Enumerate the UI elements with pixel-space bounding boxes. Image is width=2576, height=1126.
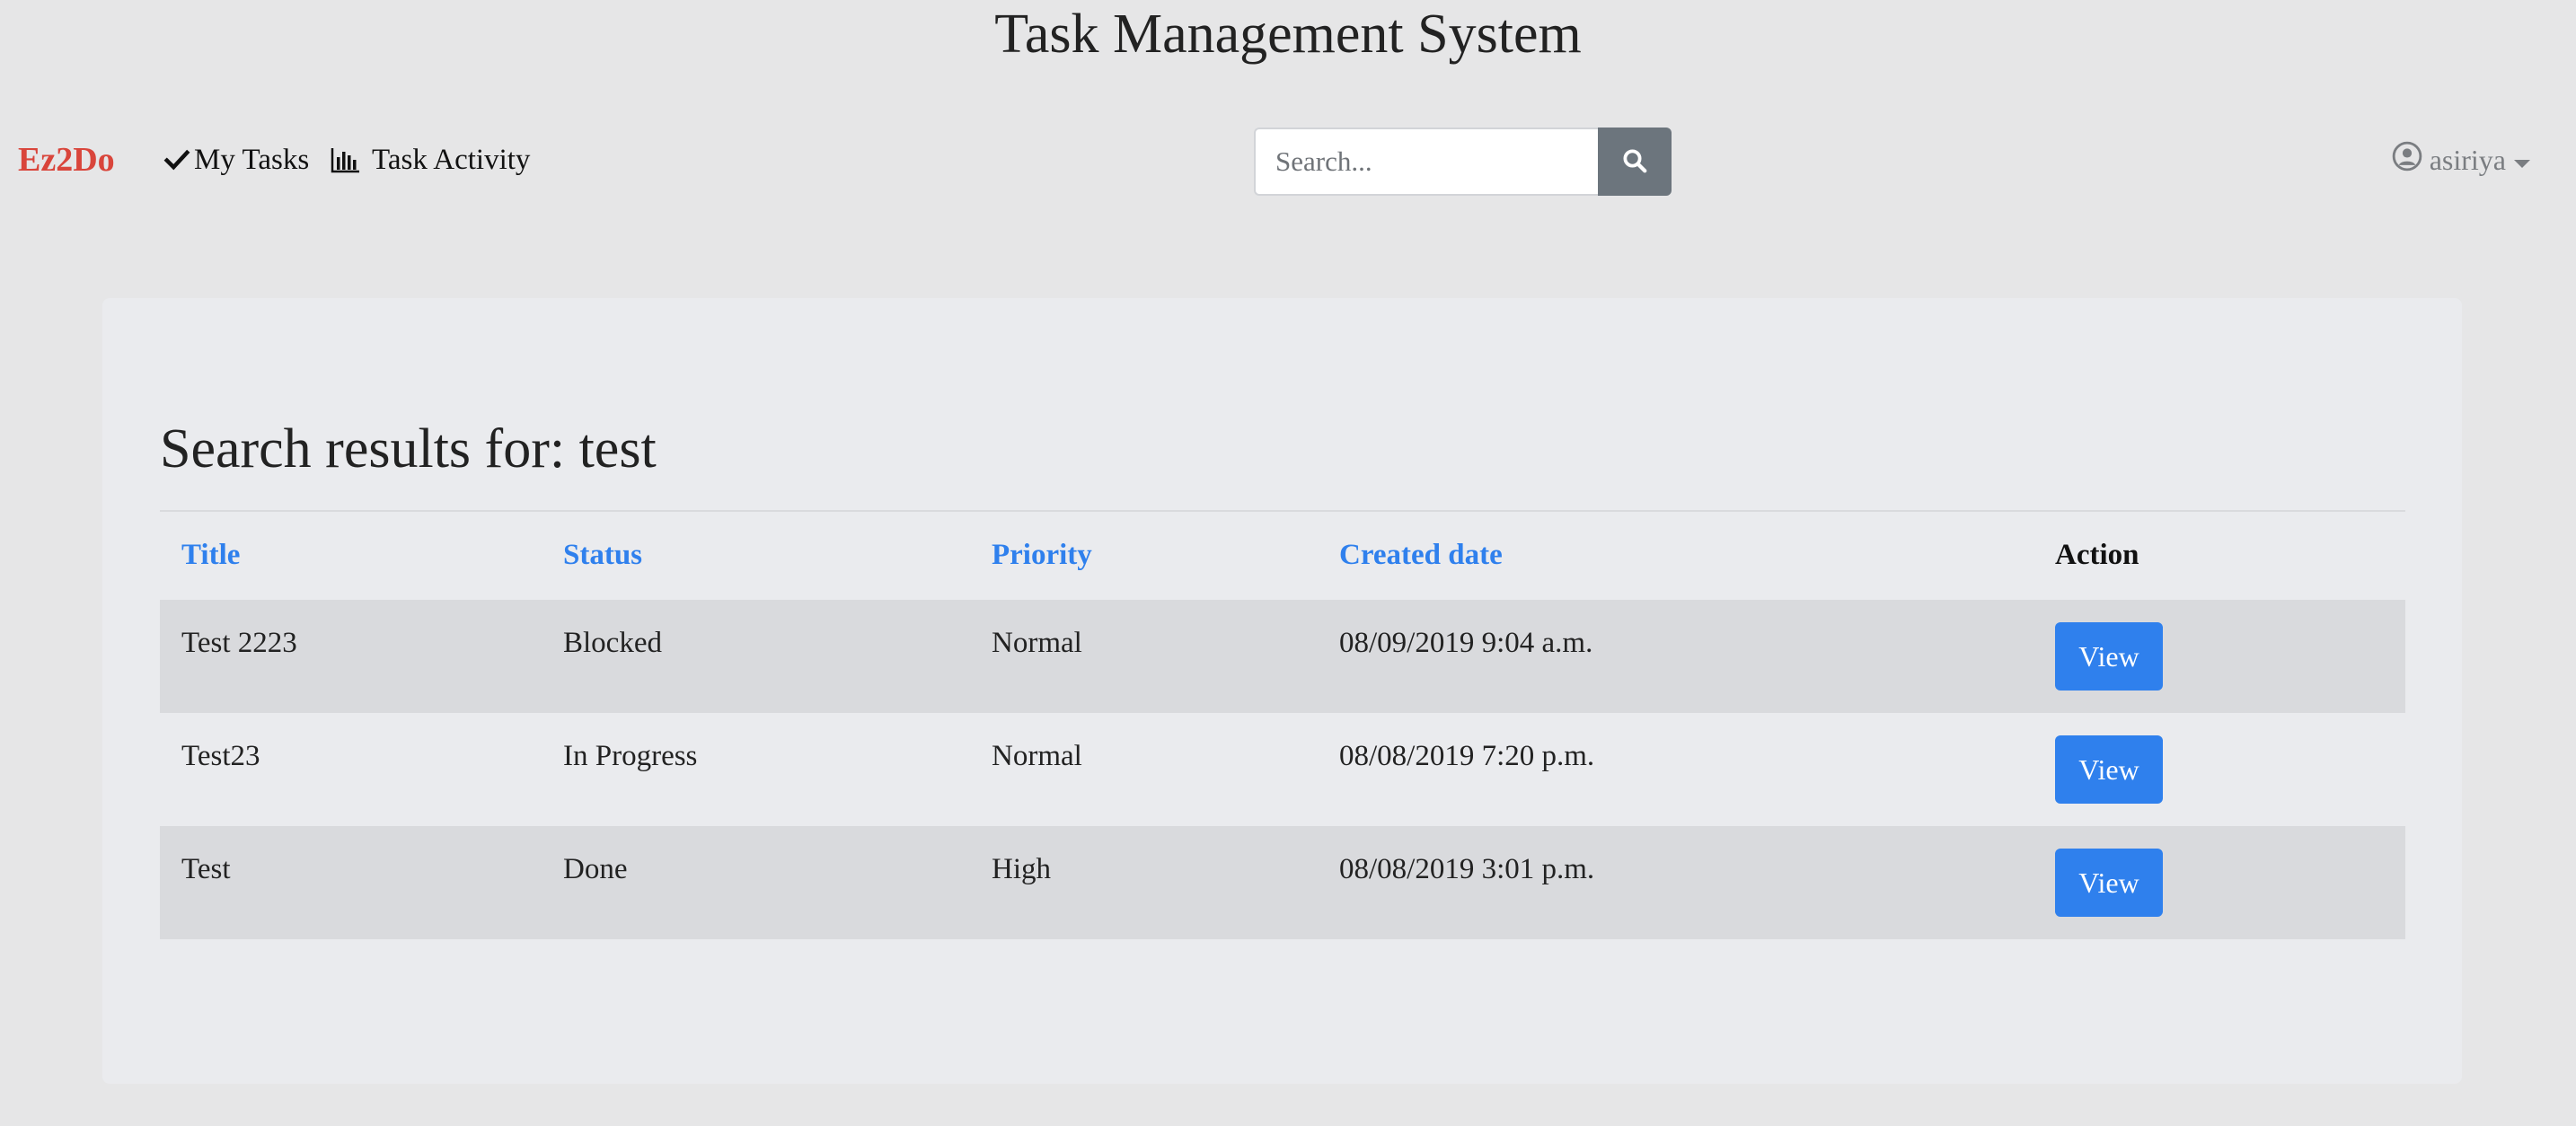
table-header: Title Status Priority Created date Actio… (160, 512, 2405, 600)
column-header-title[interactable]: Title (181, 537, 240, 573)
cell-created-date: 08/08/2019 7:20 p.m. (1339, 740, 1595, 772)
column-header-status[interactable]: Status (563, 537, 642, 573)
search-input[interactable] (1254, 128, 1598, 196)
cell-created-date: 08/09/2019 9:04 a.m. (1339, 627, 1593, 659)
brand-logo[interactable]: Ez2Do (18, 136, 115, 183)
cell-priority: Normal (992, 627, 1082, 659)
check-icon (163, 146, 190, 173)
user-menu[interactable]: asiriya (2392, 136, 2531, 183)
column-header-priority[interactable]: Priority (992, 537, 1092, 573)
page-title: Task Management System (994, 4, 1582, 65)
cell-title: Test 2223 (181, 627, 297, 659)
nav-task-activity[interactable]: Task Activity (331, 136, 530, 183)
cell-title: Test23 (181, 740, 260, 772)
search-form (1254, 128, 1672, 196)
cell-priority: Normal (992, 740, 1082, 772)
nav-my-tasks[interactable]: My Tasks (163, 136, 309, 183)
view-button[interactable]: View (2055, 622, 2163, 691)
results-heading: Search results for: test (160, 418, 657, 479)
column-header-action: Action (2055, 539, 2139, 571)
user-name: asiriya (2429, 143, 2506, 176)
table-row: Test Done High 08/08/2019 3:01 p.m. View (160, 826, 2405, 939)
nav-my-tasks-label: My Tasks (194, 143, 310, 176)
table-row: Test 2223 Blocked Normal 08/09/2019 9:04… (160, 600, 2405, 713)
cell-status: Done (563, 853, 628, 885)
search-icon (1621, 147, 1648, 177)
column-header-created-date[interactable]: Created date (1339, 537, 1503, 573)
bar-chart-icon (331, 146, 361, 173)
cell-created-date: 08/08/2019 3:01 p.m. (1339, 853, 1595, 885)
cell-status: Blocked (563, 627, 662, 659)
cell-status: In Progress (563, 740, 698, 772)
nav-task-activity-label: Task Activity (372, 143, 531, 176)
search-button[interactable] (1598, 128, 1672, 196)
results-table: Title Status Priority Created date Actio… (160, 512, 2405, 939)
results-card: Search results for: test Title Status Pr… (102, 298, 2462, 1084)
view-button[interactable]: View (2055, 735, 2163, 804)
chevron-down-icon (2513, 144, 2531, 177)
view-button[interactable]: View (2055, 849, 2163, 917)
user-circle-icon (2392, 141, 2422, 179)
table-row: Test23 In Progress Normal 08/08/2019 7:2… (160, 713, 2405, 826)
cell-title: Test (181, 853, 231, 885)
cell-priority: High (992, 853, 1051, 885)
